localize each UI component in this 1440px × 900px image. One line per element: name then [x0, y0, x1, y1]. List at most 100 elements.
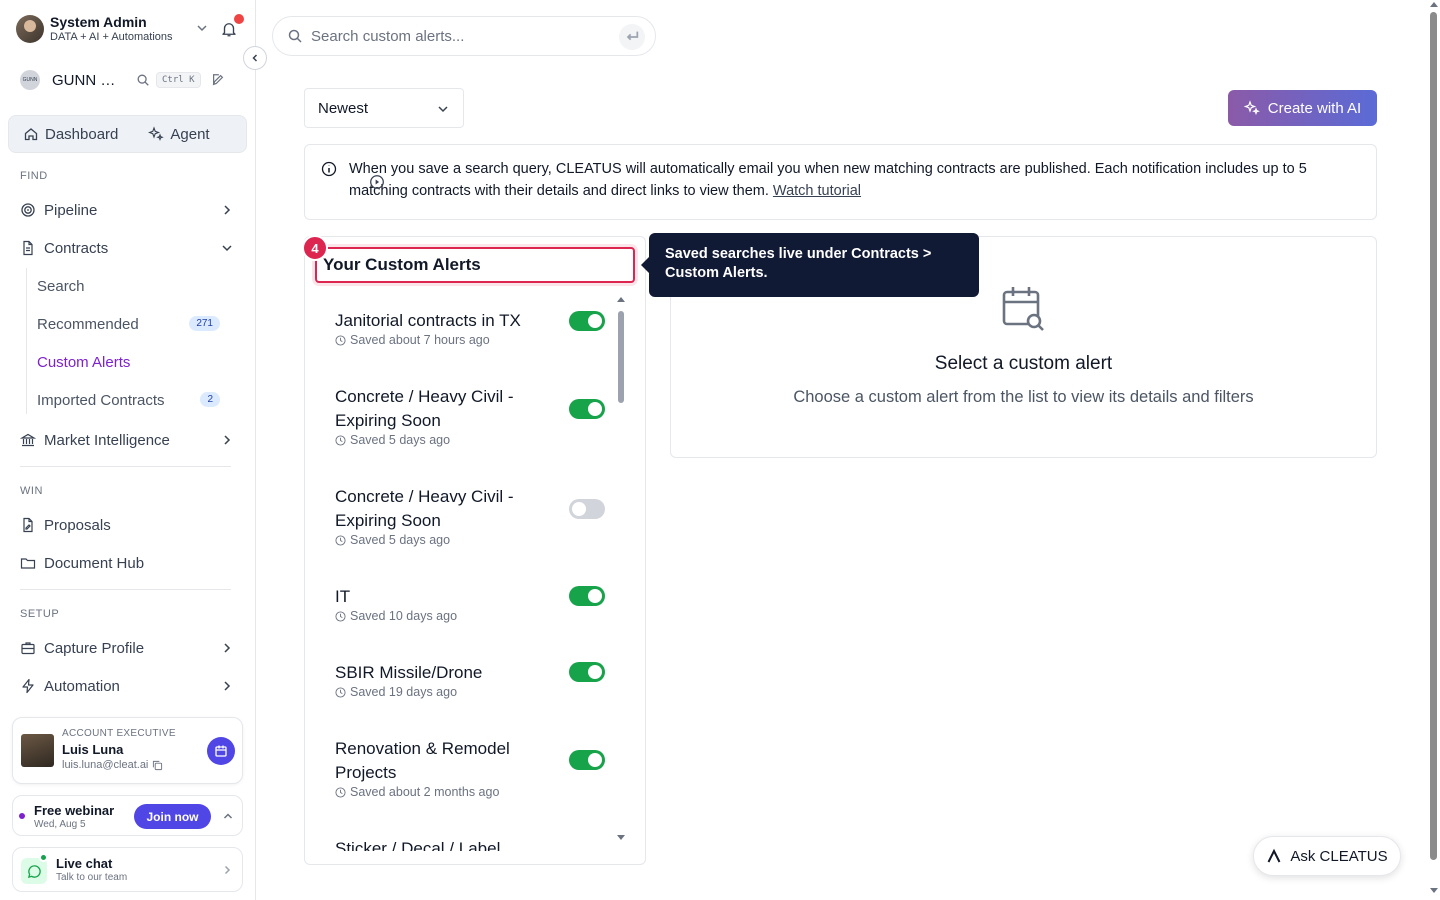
sidebar: System Admin DATA + AI + Automations GUN…: [0, 0, 267, 900]
tour-step-badge: 4: [302, 235, 328, 261]
enter-icon: [626, 31, 639, 41]
bank-icon: [20, 433, 36, 447]
chevron-up-icon[interactable]: [222, 810, 234, 822]
list-item[interactable]: Concrete / Heavy Civil - Expiring Soon S…: [335, 485, 605, 547]
list-item[interactable]: Renovation & Remodel Projects Saved abou…: [335, 737, 605, 799]
alert-saved-time: Saved 19 days ago: [335, 685, 605, 699]
watch-tutorial-link[interactable]: Watch tutorial: [773, 183, 861, 199]
user-name: System Admin: [50, 14, 147, 30]
sidebar-item-imported-contracts[interactable]: Imported Contracts 2: [37, 388, 220, 412]
avatar: [16, 15, 44, 43]
alert-toggle[interactable]: [569, 586, 605, 606]
create-with-ai-button[interactable]: Create with AI: [1228, 90, 1377, 126]
schedule-meeting-button[interactable]: [207, 737, 235, 765]
alert-toggle[interactable]: [569, 750, 605, 770]
submit-search-button[interactable]: [619, 24, 645, 50]
list-item[interactable]: Janitorial contracts in TX Saved about 7…: [335, 309, 605, 347]
edit-icon[interactable]: [211, 73, 225, 87]
page-scrollbar-thumb[interactable]: [1430, 12, 1437, 860]
dashboard-tab[interactable]: Dashboard: [9, 126, 118, 143]
scroll-down-arrow[interactable]: [617, 835, 625, 840]
submenu-guide-line: [26, 268, 27, 414]
user-menu[interactable]: System Admin DATA + AI + Automations: [16, 14, 244, 44]
search-icon[interactable]: [136, 73, 150, 87]
org-logo: GUNN: [20, 70, 40, 90]
alert-saved-time: Saved 10 days ago: [335, 609, 605, 623]
document-hub-label: Document Hub: [44, 554, 145, 572]
sidebar-item-capture-profile[interactable]: Capture Profile: [20, 636, 234, 660]
view-switcher: Dashboard Agent: [8, 115, 247, 153]
folder-icon: [20, 558, 36, 569]
saved-time-label: Saved about 7 hours ago: [350, 333, 490, 347]
sidebar-item-proposals[interactable]: Proposals: [20, 513, 234, 537]
chevron-down-icon: [222, 245, 232, 252]
create-with-ai-label: Create with AI: [1267, 99, 1362, 117]
chevron-right-icon: [224, 643, 231, 653]
alert-toggle[interactable]: [569, 311, 605, 331]
chevron-down-icon: [438, 106, 448, 113]
alert-toggle[interactable]: [569, 662, 605, 682]
chevron-down-icon[interactable]: [196, 22, 208, 34]
chevron-right-icon: [224, 435, 231, 445]
clock-icon: [335, 610, 346, 622]
shortcut-hint: Ctrl K: [156, 72, 201, 88]
detail-title: Select a custom alert: [934, 353, 1113, 374]
custom-alerts-list: Your Custom Alerts Janitorial contracts …: [304, 236, 646, 865]
sidebar-item-market-intelligence[interactable]: Market Intelligence: [20, 428, 234, 452]
list-item[interactable]: Concrete / Heavy Civil - Expiring Soon S…: [335, 385, 605, 447]
alert-toggle[interactable]: [569, 499, 605, 519]
sidebar-item-automation[interactable]: Automation: [20, 674, 234, 698]
scroll-up-arrow[interactable]: [1430, 2, 1438, 7]
bolt-icon: [22, 678, 34, 694]
org-switcher[interactable]: GUNN GUNN C... Ctrl K: [20, 70, 240, 90]
ask-cleatus-button[interactable]: Ask CLEATUS: [1253, 836, 1401, 876]
automation-label: Automation: [44, 677, 120, 695]
sort-value: Newest: [318, 99, 369, 117]
page-scrollbar[interactable]: [1428, 0, 1440, 900]
market-intelligence-label: Market Intelligence: [44, 431, 170, 449]
sidebar-item-recommended[interactable]: Recommended 271: [37, 312, 220, 336]
alert-title: Concrete / Heavy Civil - Expiring Soon: [335, 387, 514, 430]
user-subtitle: DATA + AI + Automations: [50, 31, 173, 43]
copy-icon[interactable]: [152, 760, 163, 771]
scroll-up-arrow[interactable]: [617, 297, 625, 302]
join-webinar-button[interactable]: Join now: [134, 804, 211, 829]
list-scrollbar[interactable]: [618, 311, 624, 403]
saved-time-label: Saved about 2 months ago: [350, 785, 500, 799]
list-item[interactable]: Sticker / Decal / Label: [335, 837, 605, 851]
target-icon: [21, 203, 35, 217]
section-label-find: FIND: [20, 170, 48, 182]
detail-subtitle: Choose a custom alert from the list to v…: [793, 388, 1254, 406]
sidebar-item-custom-alerts[interactable]: Custom Alerts: [37, 350, 220, 374]
live-chat-card[interactable]: Live chat Talk to our team: [12, 847, 243, 892]
list-item[interactable]: SBIR Missile/Drone Saved 19 days ago: [335, 661, 605, 699]
agent-tab[interactable]: Agent: [118, 126, 210, 143]
alert-title: Sticker / Decal / Label: [335, 839, 501, 851]
saved-time-label: Saved 5 days ago: [350, 433, 451, 447]
list-item[interactable]: IT Saved 10 days ago: [335, 585, 605, 623]
online-indicator: [39, 853, 48, 862]
account-executive-card: ACCOUNT EXECUTIVE Luis Luna luis.luna@cl…: [12, 717, 243, 784]
proposals-label: Proposals: [44, 516, 111, 534]
clock-icon: [335, 786, 346, 798]
alert-toggle[interactable]: [569, 399, 605, 419]
document-icon: [23, 240, 33, 256]
sparkle-icon: [148, 126, 165, 141]
search-label: Search: [37, 277, 85, 295]
sparkle-icon: [1243, 100, 1260, 116]
sidebar-item-document-hub[interactable]: Document Hub: [20, 551, 234, 575]
imported-count-badge: 2: [200, 392, 220, 407]
account-executive-photo: [21, 734, 54, 767]
search-input[interactable]: [311, 27, 611, 45]
file-pen-icon: [23, 517, 33, 533]
collapse-sidebar-button[interactable]: [243, 46, 267, 70]
sort-select[interactable]: Newest: [304, 88, 464, 128]
sidebar-item-contracts[interactable]: Contracts: [20, 236, 234, 260]
capture-profile-label: Capture Profile: [44, 639, 145, 657]
sidebar-item-pipeline[interactable]: Pipeline: [20, 198, 234, 222]
sidebar-item-search[interactable]: Search: [37, 274, 220, 298]
scroll-down-arrow[interactable]: [1430, 888, 1438, 893]
clock-icon: [335, 686, 346, 698]
saved-time-label: Saved 5 days ago: [350, 533, 451, 547]
home-icon: [24, 128, 38, 141]
